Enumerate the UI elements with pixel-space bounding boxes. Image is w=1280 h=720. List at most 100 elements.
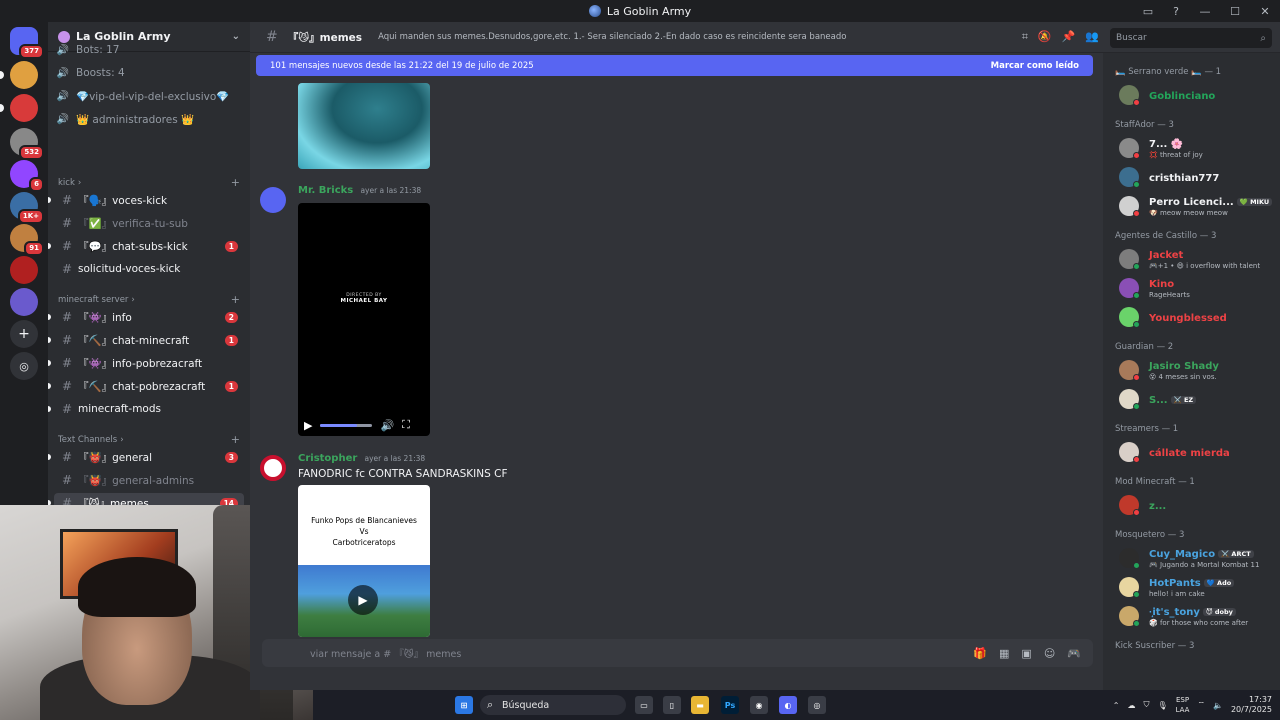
channel-item[interactable]: # 『✅』verifica-tu-sub <box>54 213 244 233</box>
member-item[interactable]: Youngblessed <box>1119 305 1274 329</box>
app-icon[interactable]: ◎ <box>808 696 826 714</box>
wifi-icon[interactable]: ⌔ <box>1197 700 1205 710</box>
channel-item[interactable]: # 『👾』info-pobrezacraft <box>48 353 244 373</box>
member-item[interactable]: z... <box>1119 493 1274 517</box>
fullscreen-icon[interactable]: ⛶ <box>402 418 410 432</box>
category-kick[interactable]: kick › + <box>58 176 240 189</box>
member-name: Jasiro Shady <box>1149 361 1219 372</box>
channel-item[interactable]: # 『👹』general-admins <box>54 470 244 490</box>
task-view-icon[interactable]: ▭ <box>635 696 653 714</box>
chevron-up-icon[interactable]: ⌃ <box>1113 701 1120 710</box>
search-input[interactable]: Buscar ⌕ <box>1110 28 1272 48</box>
photoshop-icon[interactable]: Ps <box>721 696 739 714</box>
channel-item[interactable]: # 『⛏️』chat-pobrezacraft 1 <box>48 376 244 396</box>
server-icon[interactable]: 377 <box>10 27 44 59</box>
member-item[interactable]: Perro Licenci... 💚 MIKU 🐶 meow meow meow <box>1119 194 1274 218</box>
server-icon[interactable] <box>0 94 38 122</box>
discover-icon[interactable]: ◎ <box>10 352 38 380</box>
maximize-button[interactable]: ☐ <box>1220 5 1250 18</box>
channel-item[interactable]: # 『👹』general 3 <box>48 447 244 467</box>
add-channel-icon[interactable]: + <box>231 176 240 189</box>
volume-icon[interactable]: 🔊 <box>380 419 394 432</box>
gift-icon[interactable]: 🎁 <box>973 647 987 660</box>
member-list-icon[interactable]: 👥 <box>1085 30 1099 44</box>
video-progress[interactable] <box>320 423 373 427</box>
server-icon[interactable]: 6 <box>10 160 44 192</box>
message-author[interactable]: Cristopher <box>298 453 357 464</box>
channel-item[interactable]: # 『👾』info 2 <box>48 307 244 327</box>
server-icon[interactable] <box>10 256 38 284</box>
clock[interactable]: 17:37 20/7/2025 <box>1231 695 1272 715</box>
member-item[interactable]: Goblinciano <box>1119 83 1274 107</box>
member-name-text: S... <box>1149 395 1168 406</box>
app-icon[interactable]: ▯ <box>663 696 681 714</box>
channel-item[interactable]: # minecraft-mods <box>48 399 244 419</box>
server-icon[interactable] <box>10 288 38 316</box>
mark-read-button[interactable]: Marcar como leído <box>991 61 1079 71</box>
gamepad-icon[interactable]: 🎮 <box>1067 647 1081 660</box>
member-item[interactable]: S... ⚔️ EZ <box>1119 387 1274 411</box>
channel-hash-icon: # <box>61 216 73 230</box>
emoji-icon[interactable]: ☺ <box>1044 647 1055 660</box>
add-server-icon[interactable]: + <box>10 320 38 348</box>
taskbar-search[interactable]: Búsqueda <box>480 695 626 715</box>
video-attachment[interactable]: DIRECTED BY MICHAEL BAY ▶ 🔊 ⛶ <box>298 203 430 436</box>
server-icon[interactable]: 1K+ <box>10 192 44 224</box>
attachment-image[interactable] <box>298 83 430 169</box>
channel-topic[interactable]: Aqui manden sus memes.Desnudos,gore,etc.… <box>378 32 978 42</box>
file-explorer-icon[interactable]: ▬ <box>691 696 709 714</box>
voice-stat-channel[interactable]: 🔊 Boosts: 4 <box>56 67 125 79</box>
close-button[interactable]: ✕ <box>1250 5 1280 18</box>
member-item[interactable]: cristhian777 <box>1119 165 1274 189</box>
windows-start-icon[interactable]: ⊞ <box>455 696 473 714</box>
avatar[interactable] <box>260 187 286 213</box>
voice-stat-channel[interactable]: 🔊 Bots: 17 <box>56 44 120 56</box>
server-icon[interactable] <box>0 61 38 89</box>
message-input[interactable]: viar mensaje a # 『😼』 memes 🎁 ▦ ▣ ☺ 🎮 <box>262 639 1093 667</box>
pin-icon[interactable]: 📌 <box>1062 30 1076 44</box>
member-item[interactable]: Jasiro Shady 😵 4 meses sin vos. <box>1119 358 1274 382</box>
member-item[interactable]: ·̩͙it's_tony 😈 doby 🎲 for those who come a… <box>1119 604 1274 628</box>
minimize-button[interactable]: — <box>1190 5 1220 18</box>
language-indicator[interactable]: ESP LAA <box>1176 695 1190 715</box>
new-messages-banner[interactable]: 101 mensajes nuevos desde las 21:22 del … <box>256 55 1093 76</box>
member-group-header: Mod Minecraft — 1 <box>1115 477 1195 487</box>
sticker-icon[interactable]: ▣ <box>1021 647 1031 660</box>
member-item[interactable]: 7... 🌸 💢 threat of joy <box>1119 136 1274 160</box>
message-author[interactable]: Mr. Bricks <box>298 185 353 196</box>
discord-taskbar-icon[interactable]: ◐ <box>779 696 797 714</box>
inbox-icon[interactable]: ▭ <box>1134 5 1162 18</box>
member-item[interactable]: HotPants 💙 Ado hello! i am cake <box>1119 575 1274 599</box>
speaker-icon[interactable]: 🔈 <box>1213 701 1223 710</box>
voice-channel[interactable]: 🔊 👑 administradores 👑 <box>56 113 194 126</box>
cloud-icon[interactable]: ☁ <box>1127 701 1135 710</box>
mute-bell-icon[interactable]: 🔕 <box>1038 30 1052 44</box>
member-item[interactable]: cállate mierda <box>1119 440 1274 464</box>
chrome-icon[interactable]: ◉ <box>750 696 768 714</box>
avatar[interactable] <box>260 455 286 481</box>
add-channel-icon[interactable]: + <box>231 293 240 306</box>
threads-icon[interactable]: ⌗ <box>1022 30 1028 44</box>
server-icon[interactable]: 91 <box>10 224 44 256</box>
gif-icon[interactable]: ▦ <box>999 647 1009 660</box>
shield-icon[interactable]: ⛉ <box>1143 700 1149 710</box>
voice-channel[interactable]: 🔊 💎vip-del-vip-del-exclusivo💎 <box>56 90 230 103</box>
channel-item[interactable]: # solicitud-voces-kick <box>54 259 244 279</box>
microphone-icon[interactable]: 🎙 <box>1157 701 1167 710</box>
member-item[interactable]: Cuy_Magico ⚔️ ARCT 🎮 Jugando a Mortal Komb… <box>1119 546 1274 570</box>
help-icon[interactable]: ? <box>1162 5 1190 18</box>
server-icon[interactable]: 532 <box>10 128 44 160</box>
chat-channel-name: 『😼』memes <box>287 31 363 44</box>
category-minecraft[interactable]: minecraft server › + <box>58 293 240 306</box>
channel-item[interactable]: # 『💬』chat-subs-kick 1 <box>48 236 244 256</box>
add-channel-icon[interactable]: + <box>231 433 240 446</box>
category-text[interactable]: Text Channels › + <box>58 433 240 446</box>
voice-channel-label: Boosts: 4 <box>76 67 125 79</box>
member-item[interactable]: Kino RageHearts <box>1119 276 1274 300</box>
play-icon[interactable]: ▶ <box>304 419 312 432</box>
play-icon[interactable]: ▶ <box>348 585 378 615</box>
channel-item[interactable]: # 『🗣️』voces-kick <box>48 190 244 210</box>
channel-item[interactable]: # 『⛏️』chat-minecraft 1 <box>48 330 244 350</box>
member-item[interactable]: Jacket 🎮+1 • 😄 i overflow with talent <box>1119 247 1274 271</box>
video-attachment[interactable]: Funko Pops de Blancanieves Vs Carbotrice… <box>298 485 430 637</box>
